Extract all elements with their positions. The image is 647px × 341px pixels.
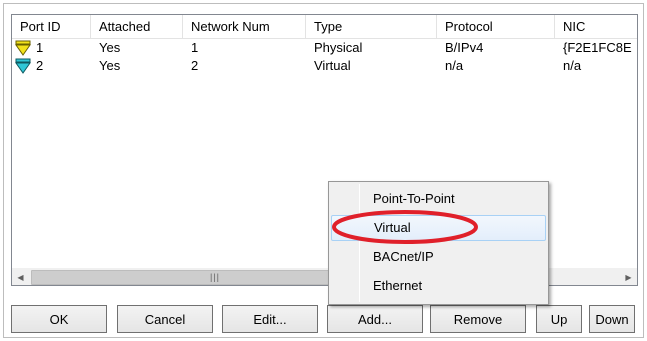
port-id-value: 1 <box>36 40 44 55</box>
add-port-popup-menu: Point-To-Point Virtual BACnet/IP Etherne… <box>328 181 549 305</box>
port-config-dialog: Port ID Attached Network Num Type Protoc… <box>0 0 647 341</box>
column-header-nic[interactable]: NIC <box>555 15 637 39</box>
chevron-right-icon: ▶ <box>625 273 632 282</box>
port-rows: 1 Yes 1 Physical B/IPv4 {F2E1FC8E 2 Yes … <box>12 39 637 75</box>
column-header-attached[interactable]: Attached <box>91 15 183 39</box>
cell-protocol: B/IPv4 <box>445 40 484 55</box>
column-header-network-num[interactable]: Network Num <box>183 15 306 39</box>
cell-protocol: n/a <box>445 58 464 73</box>
move-down-button[interactable]: Down <box>589 305 635 333</box>
cell-attached: Yes <box>99 58 121 73</box>
chevron-left-icon: ◀ <box>17 273 24 282</box>
cell-nic: {F2E1FC8E <box>563 40 632 55</box>
menu-item-point-to-point[interactable]: Point-To-Point <box>331 186 546 212</box>
move-up-button[interactable]: Up <box>536 305 582 333</box>
column-header-type[interactable]: Type <box>306 15 437 39</box>
column-header-row: Port ID Attached Network Num Type Protoc… <box>12 15 637 39</box>
cell-port-id: 1 <box>12 39 91 57</box>
cell-port-id: 2 <box>12 57 91 75</box>
edit-button[interactable]: Edit... <box>222 305 318 333</box>
cancel-button[interactable]: Cancel <box>117 305 213 333</box>
menu-item-virtual[interactable]: Virtual <box>331 215 546 241</box>
cell-type: Physical <box>314 40 363 55</box>
table-row[interactable]: 1 Yes 1 Physical B/IPv4 {F2E1FC8E <box>12 39 637 57</box>
menu-item-bacnet-ip[interactable]: BACnet/IP <box>331 244 546 270</box>
cell-attached: Yes <box>99 40 121 55</box>
table-row[interactable]: 2 Yes 2 Virtual n/a n/a <box>12 57 637 75</box>
cell-network-num: 1 <box>191 40 199 55</box>
yellow-port-arrow-icon <box>15 40 31 56</box>
column-header-port-id[interactable]: Port ID <box>12 15 91 39</box>
menu-item-ethernet[interactable]: Ethernet <box>331 273 546 299</box>
remove-button[interactable]: Remove <box>430 305 526 333</box>
add-button[interactable]: Add... <box>327 305 423 333</box>
ok-button[interactable]: OK <box>11 305 107 333</box>
port-id-value: 2 <box>36 58 44 73</box>
grip-icon: ||| <box>209 272 220 282</box>
column-header-protocol[interactable]: Protocol <box>437 15 555 39</box>
cell-nic: n/a <box>563 58 582 73</box>
scroll-right-button[interactable]: ▶ <box>620 269 637 285</box>
cell-network-num: 2 <box>191 58 199 73</box>
cyan-port-arrow-icon <box>15 58 31 74</box>
cell-type: Virtual <box>314 58 351 73</box>
scroll-left-button[interactable]: ◀ <box>12 269 29 285</box>
